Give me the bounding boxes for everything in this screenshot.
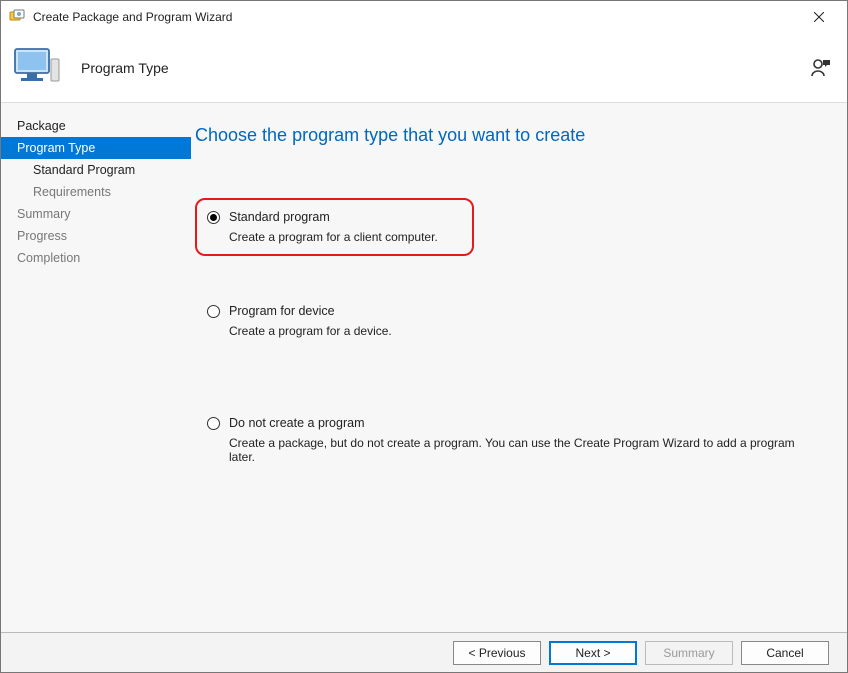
content-heading: Choose the program type that you want to… <box>195 125 821 146</box>
nav-package[interactable]: Package <box>1 115 191 137</box>
option-description: Create a program for a device. <box>229 324 821 338</box>
nav-summary[interactable]: Summary <box>1 203 191 225</box>
page-title: Program Type <box>81 60 169 76</box>
wizard-window: Create Package and Program Wizard Progra… <box>0 0 848 673</box>
option-description: Create a package, but do not create a pr… <box>229 436 821 464</box>
radio-standard-program[interactable] <box>207 211 220 224</box>
wizard-header: Program Type <box>1 33 847 103</box>
wizard-body: Package Program Type Standard Program Re… <box>1 103 847 632</box>
close-button[interactable] <box>799 3 839 31</box>
computer-icon <box>13 43 63 93</box>
option-label: Do not create a program <box>229 416 365 430</box>
option-description: Create a program for a client computer. <box>229 230 438 244</box>
nav-program-type[interactable]: Program Type <box>1 137 191 159</box>
window-title: Create Package and Program Wizard <box>33 10 232 24</box>
option-do-not-create[interactable]: Do not create a program Create a package… <box>195 416 821 464</box>
nav-completion[interactable]: Completion <box>1 247 191 269</box>
nav-progress[interactable]: Progress <box>1 225 191 247</box>
titlebar: Create Package and Program Wizard <box>1 1 847 33</box>
option-label: Program for device <box>229 304 335 318</box>
highlight-box: Standard program Create a program for a … <box>195 198 474 256</box>
content-area: Choose the program type that you want to… <box>191 103 847 632</box>
cancel-button[interactable]: Cancel <box>741 641 829 665</box>
previous-button[interactable]: < Previous <box>453 641 541 665</box>
nav-standard-program[interactable]: Standard Program <box>1 159 191 181</box>
radio-do-not-create[interactable] <box>207 417 220 430</box>
option-program-for-device[interactable]: Program for device Create a program for … <box>195 304 821 338</box>
radio-program-for-device[interactable] <box>207 305 220 318</box>
sidebar: Package Program Type Standard Program Re… <box>1 103 191 632</box>
option-label: Standard program <box>229 210 330 224</box>
summary-button: Summary <box>645 641 733 665</box>
wizard-footer: < Previous Next > Summary Cancel <box>1 632 847 672</box>
nav-requirements[interactable]: Requirements <box>1 181 191 203</box>
option-standard-program[interactable]: Standard program Create a program for a … <box>195 198 821 256</box>
next-button[interactable]: Next > <box>549 641 637 665</box>
feedback-icon[interactable] <box>809 56 833 80</box>
app-icon <box>9 9 25 25</box>
